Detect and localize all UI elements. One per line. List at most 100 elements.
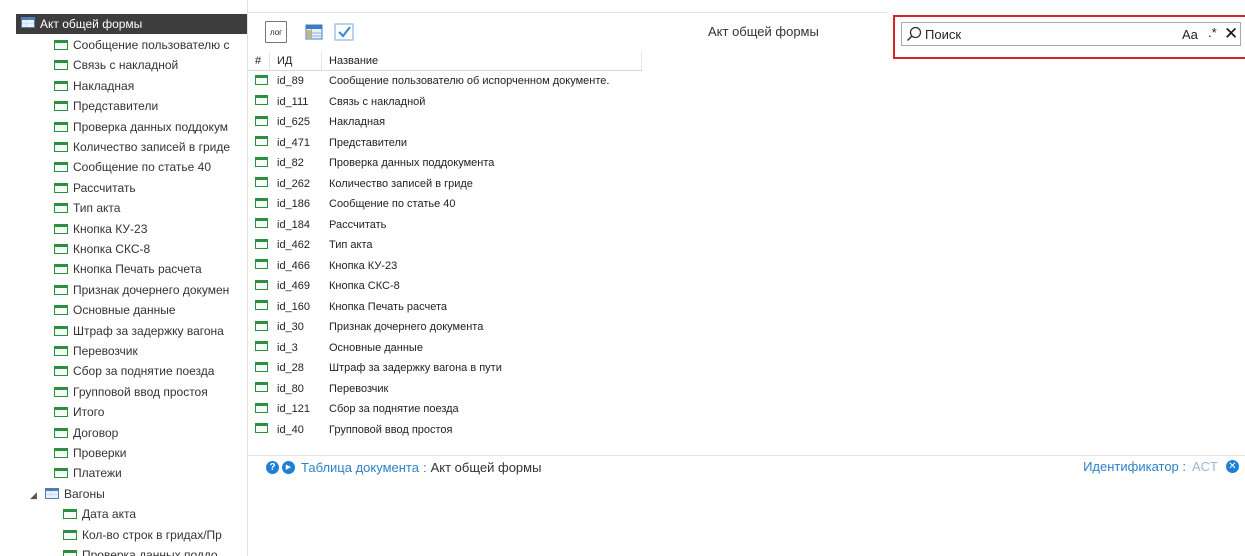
- form-element-icon: [54, 101, 68, 112]
- form-element-icon: [54, 284, 68, 295]
- tree-item[interactable]: Сообщение по статье 40: [54, 157, 247, 177]
- tree-item[interactable]: Представители: [54, 96, 247, 116]
- tree-item[interactable]: Платежи: [54, 463, 247, 483]
- tree-item[interactable]: Кнопка СКС-8: [54, 239, 247, 259]
- table-row[interactable]: id_462 Тип акта: [248, 235, 642, 256]
- tree-item[interactable]: Договор: [54, 423, 247, 443]
- search-field[interactable]: Aa .* ✕: [901, 22, 1241, 46]
- tree-item[interactable]: Рассчитать: [54, 178, 247, 198]
- table-row[interactable]: id_28 Штраф за задержку вагона в пути: [248, 358, 642, 379]
- form-element-icon: [54, 223, 68, 234]
- form-element-icon: [255, 197, 268, 208]
- tree-item[interactable]: Кнопка Печать расчета: [54, 259, 247, 279]
- table-row[interactable]: id_469 Кнопка СКС-8: [248, 276, 642, 297]
- row-name: Сообщение по статье 40: [329, 198, 456, 211]
- table-row[interactable]: id_111 Связь с накладной: [248, 92, 642, 113]
- form-element-icon: [54, 244, 68, 254]
- table-row[interactable]: id_40 Групповой ввод простоя: [248, 420, 642, 441]
- tree-item[interactable]: Связь с накладной: [54, 55, 247, 75]
- tree-subitem[interactable]: Проверка данных поддо: [63, 545, 247, 556]
- header-id[interactable]: ИД: [270, 52, 322, 70]
- close-search-icon[interactable]: ✕: [1224, 24, 1238, 44]
- regex-toggle[interactable]: .*: [1208, 25, 1217, 40]
- tree-item-label: Групповой ввод простоя: [73, 384, 208, 399]
- tree-subtable-item[interactable]: Вагоны: [45, 484, 245, 504]
- tree-item[interactable]: Проверки: [54, 443, 247, 463]
- tree-item-label: Сообщение по статье 40: [73, 160, 212, 175]
- form-element-icon: [255, 156, 268, 167]
- table-view-button[interactable]: [304, 21, 324, 43]
- row-name: Кнопка КУ-23: [329, 259, 398, 272]
- tree-item[interactable]: Признак дочернего докумен: [54, 280, 247, 300]
- validate-button[interactable]: [333, 21, 355, 43]
- match-case-toggle[interactable]: Aa: [1182, 27, 1198, 42]
- tree-item[interactable]: Перевозчик: [54, 341, 247, 361]
- tree-subitem-label: Дата акта: [82, 507, 136, 522]
- table-row[interactable]: id_625 Накладная: [248, 112, 642, 133]
- search-icon: [906, 26, 922, 42]
- tree-item[interactable]: Накладная: [54, 76, 247, 96]
- table-row[interactable]: id_82 Проверка данных поддокумента: [248, 153, 642, 174]
- help-icon[interactable]: ?: [266, 460, 279, 474]
- tree-item[interactable]: Итого: [54, 402, 247, 422]
- identifier-value[interactable]: ACT: [1192, 459, 1218, 474]
- table-row[interactable]: id_186 Сообщение по статье 40: [248, 194, 642, 215]
- tree-item[interactable]: Групповой ввод простоя: [54, 382, 247, 402]
- tree-item[interactable]: Количество записей в гриде: [54, 137, 247, 157]
- tree-item[interactable]: Сбор за поднятие поезда: [54, 361, 247, 381]
- form-element-icon: [54, 468, 68, 479]
- search-input[interactable]: [925, 25, 1145, 43]
- table-row[interactable]: id_184 Рассчитать: [248, 215, 642, 236]
- tree-root-item[interactable]: Акт общей формы: [16, 14, 247, 34]
- tree-item-label: Кнопка Печать расчета: [73, 262, 202, 277]
- row-icon-cell: [248, 218, 270, 231]
- tree-subitem[interactable]: Дата акта: [63, 504, 247, 524]
- tree-item[interactable]: Тип акта: [54, 198, 247, 218]
- row-name: Количество записей в гриде: [329, 177, 473, 190]
- tree-item[interactable]: Штраф за задержку вагона: [54, 321, 247, 341]
- form-element-icon: [54, 80, 68, 91]
- tree-item[interactable]: Основные данные: [54, 300, 247, 320]
- row-id: id_80: [277, 382, 304, 395]
- row-name: Перевозчик: [329, 382, 389, 395]
- row-id: id_262: [277, 177, 311, 190]
- row-icon-cell: [248, 259, 270, 272]
- form-element-icon: [255, 300, 268, 311]
- table-row[interactable]: id_471 Представители: [248, 133, 642, 154]
- header-num[interactable]: #: [248, 52, 270, 70]
- row-icon-cell: [248, 382, 270, 395]
- tree-subitem-label: Проверка данных поддо: [82, 548, 218, 556]
- table-row[interactable]: id_121 Сбор за поднятие поезда: [248, 399, 642, 420]
- tree-subtable-label: Вагоны: [64, 486, 105, 501]
- tree-item-label: Сбор за поднятие поезда: [73, 364, 215, 379]
- table-row[interactable]: id_89 Сообщение пользователю об испорченн…: [248, 71, 642, 92]
- structure-tree: Акт общей формы Сообщение пользователю с…: [0, 0, 248, 556]
- table-row[interactable]: id_3 Основные данные: [248, 338, 642, 359]
- identifier-section: Идентификатор : ACT ✕: [1083, 459, 1239, 474]
- navigate-icon[interactable]: ▶: [282, 460, 295, 474]
- log-button[interactable]: лог: [265, 21, 287, 43]
- tree-item[interactable]: Сообщение пользователю с: [54, 35, 247, 55]
- table-row[interactable]: id_160 Кнопка Печать расчета: [248, 297, 642, 318]
- form-element-icon: [255, 402, 268, 413]
- tree-item[interactable]: Кнопка КУ-23: [54, 219, 247, 239]
- form-element-icon: [54, 407, 68, 418]
- form-element-icon: [63, 550, 77, 556]
- table-row[interactable]: id_466 Кнопка КУ-23: [248, 256, 642, 277]
- header-name[interactable]: Название: [322, 52, 642, 70]
- row-id: id_3: [277, 341, 298, 354]
- row-name: Проверка данных поддокумента: [329, 157, 495, 170]
- row-icon-cell: [248, 361, 270, 375]
- clear-identifier-icon[interactable]: ✕: [1226, 460, 1239, 473]
- table-row[interactable]: id_30 Признак дочернего документа: [248, 317, 642, 338]
- identifier-label: Идентификатор :: [1083, 459, 1186, 474]
- document-table-link[interactable]: Таблица документа: [301, 460, 419, 475]
- tree-subitem[interactable]: Кол-во строк в гридах/Пр: [63, 525, 247, 545]
- table-row[interactable]: id_262 Количество записей в гриде: [248, 174, 642, 195]
- form-element-icon: [255, 279, 268, 290]
- row-icon-cell: [248, 402, 270, 416]
- row-name: Признак дочернего документа: [329, 321, 484, 334]
- expand-arrow-icon[interactable]: ◢: [30, 490, 37, 501]
- table-row[interactable]: id_80 Перевозчик: [248, 379, 642, 400]
- tree-item[interactable]: Проверка данных поддокум: [54, 117, 247, 137]
